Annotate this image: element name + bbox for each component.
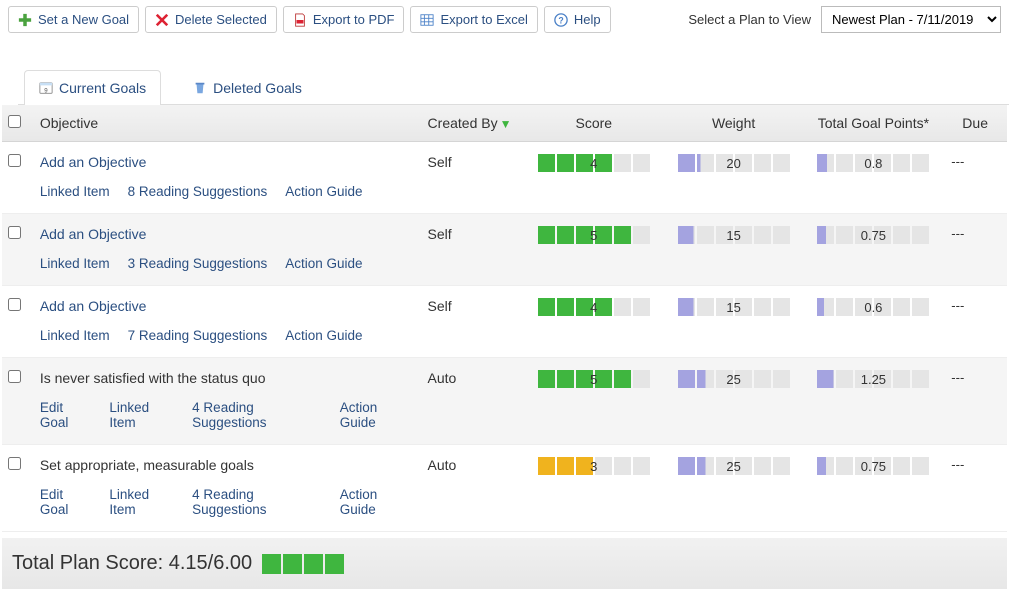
plus-icon [18, 13, 32, 27]
points-cell: 0.75 [804, 445, 944, 532]
set-new-goal-button[interactable]: Set a New Goal [8, 6, 139, 33]
table-row: Add an Objective Linked Item 7 Reading Sug… [2, 286, 1007, 358]
row-action-link[interactable]: Action Guide [340, 400, 412, 430]
export-excel-button[interactable]: Export to Excel [410, 6, 537, 33]
tab-label: Current Goals [59, 80, 146, 96]
row-checkbox[interactable] [8, 226, 21, 239]
weight-cell: 15 [664, 214, 804, 286]
weight-cell: 15 [664, 286, 804, 358]
row-action-link[interactable]: 4 Reading Suggestions [192, 400, 322, 430]
table-row: Add an Objective Linked Item 8 Reading Sug… [2, 142, 1007, 214]
tab-label: Deleted Goals [213, 80, 302, 96]
tab-deleted-goals[interactable]: Deleted Goals [179, 71, 316, 105]
row-action-link[interactable]: 8 Reading Suggestions [128, 184, 268, 199]
x-icon [155, 13, 169, 27]
score-cell: 3 [524, 445, 664, 532]
row-action-link[interactable]: Linked Item [40, 328, 110, 343]
due-cell: --- [943, 142, 1007, 214]
due-cell: --- [943, 214, 1007, 286]
add-objective-link[interactable]: Add an Objective [40, 298, 147, 314]
header-checkbox [2, 105, 32, 142]
created-by: Auto [420, 358, 524, 445]
pdf-icon [293, 13, 307, 27]
header-objective[interactable]: Objective [32, 105, 420, 142]
due-cell: --- [943, 445, 1007, 532]
button-label: Help [574, 12, 601, 27]
row-action-link[interactable]: Linked Item [40, 184, 110, 199]
score-cell: 5 [524, 358, 664, 445]
row-action-link[interactable]: Action Guide [285, 184, 362, 199]
created-by: Auto [420, 445, 524, 532]
points-cell: 1.25 [804, 358, 944, 445]
table-row: Add an Objective Linked Item 3 Reading Sug… [2, 214, 1007, 286]
tabs: 9 Current Goals Deleted Goals [18, 69, 1009, 105]
goals-table: Objective Created By▼ Score Weight Total… [2, 105, 1007, 532]
button-label: Export to Excel [440, 12, 527, 27]
sort-arrow-down-icon: ▼ [500, 117, 512, 131]
add-objective-link[interactable]: Add an Objective [40, 154, 147, 170]
trash-icon [193, 81, 207, 95]
score-cell: 4 [524, 286, 664, 358]
select-all-checkbox[interactable] [8, 115, 21, 128]
plan-select[interactable]: Newest Plan - 7/11/2019 [821, 6, 1001, 33]
total-score-bar [262, 554, 344, 574]
row-action-link[interactable]: Linked Item [109, 400, 174, 430]
score-cell: 5 [524, 214, 664, 286]
header-points[interactable]: Total Goal Points* [804, 105, 944, 142]
row-checkbox[interactable] [8, 154, 21, 167]
due-cell: --- [943, 358, 1007, 445]
header-weight[interactable]: Weight [664, 105, 804, 142]
header-score[interactable]: Score [524, 105, 664, 142]
svg-text:?: ? [558, 15, 563, 25]
header-created-by[interactable]: Created By▼ [420, 105, 524, 142]
delete-selected-button[interactable]: Delete Selected [145, 6, 277, 33]
header-due[interactable]: Due [943, 105, 1007, 142]
row-action-link[interactable]: 3 Reading Suggestions [128, 256, 268, 271]
score-cell: 4 [524, 142, 664, 214]
row-checkbox[interactable] [8, 457, 21, 470]
total-plan-score: Total Plan Score: 4.15/6.00 [12, 552, 252, 575]
created-by: Self [420, 286, 524, 358]
created-by: Self [420, 214, 524, 286]
help-button[interactable]: ? Help [544, 6, 611, 33]
points-cell: 0.75 [804, 214, 944, 286]
weight-cell: 25 [664, 445, 804, 532]
table-row: Is never satisfied with the status quo Ed… [2, 358, 1007, 445]
toolbar: Set a New Goal Delete Selected Export to… [0, 0, 1009, 39]
due-cell: --- [943, 286, 1007, 358]
weight-cell: 25 [664, 358, 804, 445]
excel-icon [420, 13, 434, 27]
row-action-link[interactable]: Linked Item [40, 256, 110, 271]
help-icon: ? [554, 13, 568, 27]
row-action-link[interactable]: 7 Reading Suggestions [128, 328, 268, 343]
calendar-icon: 9 [39, 81, 53, 95]
button-label: Delete Selected [175, 12, 267, 27]
points-cell: 0.8 [804, 142, 944, 214]
plan-select-label: Select a Plan to View [688, 12, 811, 27]
row-action-link[interactable]: Action Guide [285, 328, 362, 343]
objective-title: Is never satisfied with the status quo [40, 370, 266, 386]
table-row: Set appropriate, measurable goals Edit Go… [2, 445, 1007, 532]
points-cell: 0.6 [804, 286, 944, 358]
row-action-link[interactable]: Action Guide [285, 256, 362, 271]
weight-cell: 20 [664, 142, 804, 214]
row-checkbox[interactable] [8, 298, 21, 311]
row-action-link[interactable]: Linked Item [109, 487, 174, 517]
row-action-link[interactable]: Edit Goal [40, 400, 92, 430]
tab-current-goals[interactable]: 9 Current Goals [24, 70, 161, 105]
export-pdf-button[interactable]: Export to PDF [283, 6, 405, 33]
button-label: Export to PDF [313, 12, 395, 27]
objective-title: Set appropriate, measurable goals [40, 457, 254, 473]
row-checkbox[interactable] [8, 370, 21, 383]
row-action-link[interactable]: Edit Goal [40, 487, 92, 517]
row-action-link[interactable]: 4 Reading Suggestions [192, 487, 322, 517]
created-by: Self [420, 142, 524, 214]
add-objective-link[interactable]: Add an Objective [40, 226, 147, 242]
row-action-link[interactable]: Action Guide [340, 487, 412, 517]
button-label: Set a New Goal [38, 12, 129, 27]
footer-total: Total Plan Score: 4.15/6.00 [2, 538, 1007, 589]
svg-text:9: 9 [44, 87, 48, 94]
